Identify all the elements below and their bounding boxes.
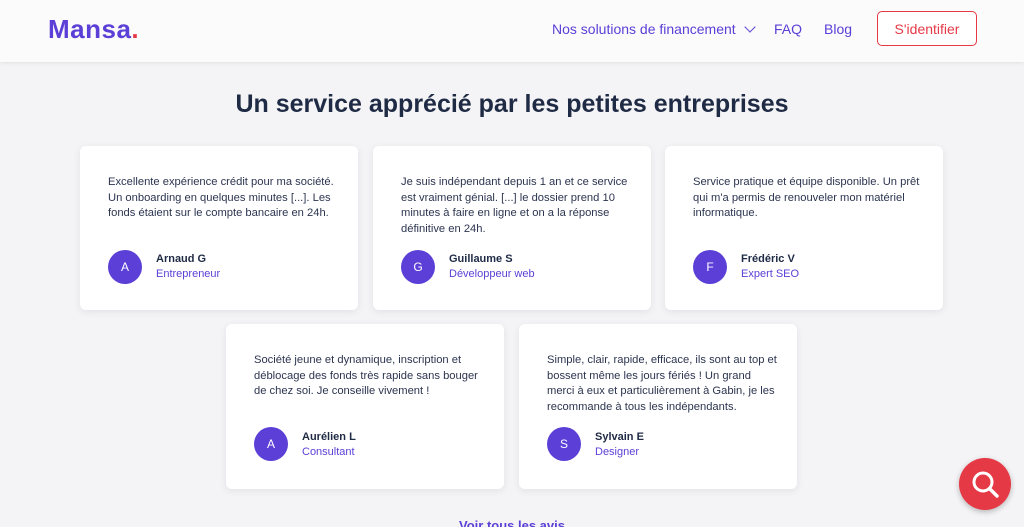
testimonial-card: Simple, clair, rapide, efficace, ils son… [519,324,797,489]
nav-blog-link[interactable]: Blog [824,21,852,37]
testimonial-text: Je suis indépendant depuis 1 an et ce se… [401,176,628,235]
nav-solutions-label: Nos solutions de financement [552,21,736,37]
author-role: Consultant [302,446,355,458]
author-role: Entrepreneur [156,268,221,280]
avatar: S [547,427,581,461]
testimonial-text: Société jeune et dynamique, inscription … [254,354,478,398]
nav-faq-link[interactable]: FAQ [774,21,802,37]
testimonial-card: Excellente expérience crédit pour ma soc… [80,146,358,310]
testimonial-text: Excellente expérience crédit pour ma soc… [108,176,334,220]
testimonial-text: Service pratique et équipe disponible. U… [693,176,920,220]
login-button[interactable]: S'identifier [877,11,977,46]
avatar: G [401,250,435,284]
chevron-down-icon [744,21,756,33]
author-role: Développeur web [449,268,535,280]
avatar: A [108,250,142,284]
testimonial-text: Simple, clair, rapide, efficace, ils son… [547,354,777,413]
nav-solutions-dropdown[interactable]: Nos solutions de financement [552,21,756,37]
testimonial-card: Je suis indépendant depuis 1 an et ce se… [373,146,651,310]
author-name: Sylvain E [595,431,644,443]
logo-dot: . [131,14,140,44]
avatar: F [693,250,727,284]
see-all-reviews-link[interactable]: Voir tous les avis [0,518,1024,527]
search-icon [972,471,999,498]
author-name: Frédéric V [741,253,795,265]
author-name: Arnaud G [156,253,207,265]
testimonial-card: Service pratique et équipe disponible. U… [665,146,943,310]
search-fab-button[interactable] [959,458,1011,510]
author-name: Aurélien L [302,431,356,443]
author-role: Designer [595,446,640,458]
logo-text: Mansa [48,14,132,44]
section-title: Un service apprécié par les petites entr… [235,90,789,118]
author-name: Guillaume S [449,253,513,265]
avatar: A [254,427,288,461]
testimonial-card: Société jeune et dynamique, inscription … [226,324,504,489]
author-role: Expert SEO [741,268,800,280]
mansa-logo[interactable]: Mansa. [48,14,139,45]
top-header: Mansa. Nos solutions de financement FAQ … [0,0,1024,62]
